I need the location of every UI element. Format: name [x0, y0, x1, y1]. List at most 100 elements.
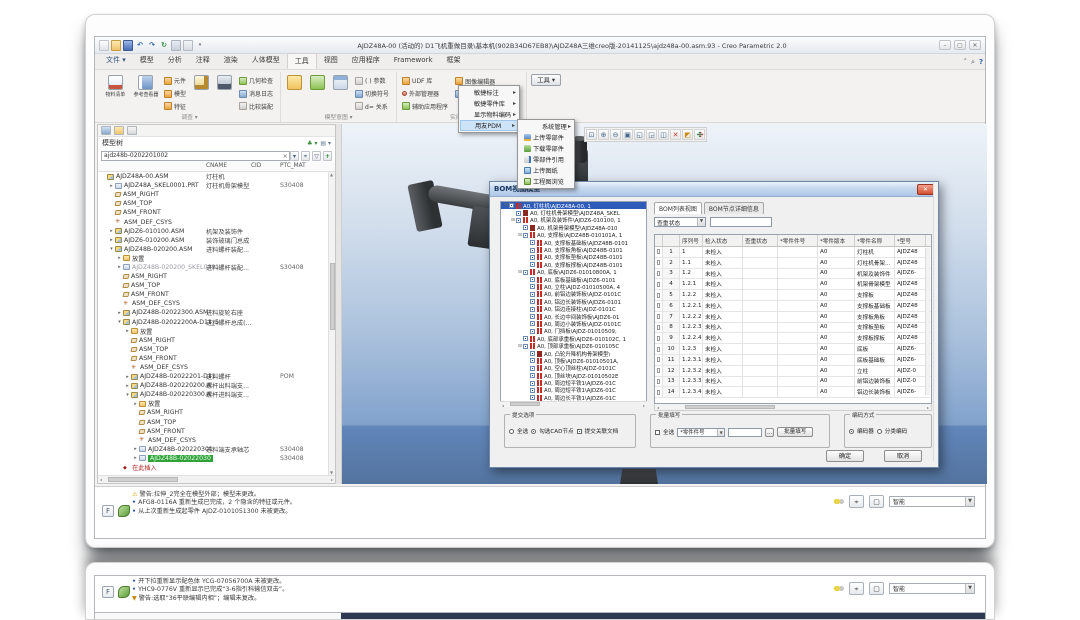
program-button[interactable]	[307, 73, 327, 112]
立柱[interactable]: 12 1.2.3.2 未检入 A0 立柱 AJDZ-0	[655, 366, 931, 377]
menu-item[interactable]: 显示物料编码	[460, 109, 518, 120]
node-checkbox[interactable]	[530, 292, 535, 297]
udf-library-button[interactable]: UDF 库	[400, 75, 450, 87]
model-tree-row[interactable]: 在此插入	[98, 463, 335, 472]
expander-icon[interactable]	[132, 446, 139, 452]
combo-dropdown-icon[interactable]: ▼	[697, 218, 705, 226]
selection-filter-combo[interactable]: 智能 ▼	[889, 496, 975, 507]
view-grid-icon[interactable]	[183, 40, 193, 51]
tree-search-input[interactable]	[101, 151, 290, 161]
tree-horizontal-scrollbar[interactable]: ◂▸	[98, 475, 335, 483]
node-checkbox[interactable]	[523, 270, 528, 275]
save-icon[interactable]	[123, 40, 133, 51]
row-checkbox[interactable]	[657, 390, 660, 395]
前铝边装饰板[interactable]: 13 1.2.3.3 未检入 A0 前铝边装饰板 AJDZ-0	[655, 377, 931, 388]
model-tree-row[interactable]: ASM_FRONT	[98, 354, 335, 363]
maximize-button[interactable]: ▢	[954, 40, 966, 50]
cancel-button[interactable]: 取消	[884, 450, 922, 462]
browse-button[interactable]: ...	[765, 428, 774, 437]
menu-item[interactable]: 敏捷标注	[460, 87, 518, 98]
tree-options-icon[interactable]: ♣ ▾	[307, 140, 317, 147]
底板[interactable]: 10 1.2.3 未检入 A0 底板 AJDZ6-	[655, 344, 931, 355]
node-checkbox[interactable]	[530, 358, 535, 363]
model-tree-row[interactable]: ASM_TOP	[98, 418, 335, 427]
favorites-tab-icon[interactable]	[127, 126, 137, 135]
model-tree-tab-icon[interactable]	[101, 126, 111, 135]
group-label-model-intent[interactable]: 模型意图 ▾	[281, 112, 396, 121]
ribbon-tab[interactable]: Framework	[387, 53, 440, 69]
支撑板角板[interactable]: 7 1.2.2.2 未检入 A0 支撑板角板 AJDZ48	[655, 312, 931, 323]
node-checkbox[interactable]	[516, 218, 521, 223]
row-checkbox[interactable]	[657, 357, 660, 362]
tree-filter-icon[interactable]: ▽	[312, 151, 321, 161]
row-checkbox[interactable]	[657, 293, 660, 298]
model-tree-row[interactable]: AJDZ48A-00.ASM 灯柱机	[98, 172, 335, 181]
column-header-cid[interactable]: CID	[251, 163, 261, 169]
panel-splitter[interactable]	[336, 124, 342, 484]
menu-item[interactable]: 用友PDM	[460, 120, 518, 131]
node-checkbox[interactable]	[530, 248, 535, 253]
zoom-out-icon[interactable]: ⊖	[610, 129, 621, 140]
menu-item[interactable]: 工程图浏览	[519, 176, 573, 187]
command-search-icon[interactable]: ⌕	[971, 57, 975, 67]
filter-value-input[interactable]	[710, 217, 772, 227]
expander-icon[interactable]	[124, 374, 131, 380]
灯柱机[interactable]: 1 1 未检入 A0 灯柱机 AJDZ48	[655, 247, 931, 258]
expander-icon[interactable]	[124, 328, 131, 334]
node-checkbox[interactable]	[509, 203, 514, 208]
new-file-icon[interactable]	[99, 40, 109, 51]
bom-button[interactable]: 物料清单	[102, 73, 129, 112]
node-checkbox[interactable]	[530, 307, 535, 312]
row-checkbox[interactable]	[657, 379, 660, 384]
支撑板[interactable]: 5 1.2.2 未检入 A0 支撑板 AJDZ48	[655, 290, 931, 301]
dialog-tab[interactable]: BOM列表视图	[654, 202, 702, 214]
family-table-button[interactable]	[330, 73, 350, 112]
model-tree-row[interactable]: AJDZ6-010100.ASM 机架及装饰件	[98, 227, 335, 236]
row-checkbox[interactable]	[657, 260, 660, 265]
expander-icon[interactable]	[132, 455, 139, 461]
undo-icon[interactable]: ↶	[135, 40, 145, 51]
bom-tree-vertical-scrollbar[interactable]	[933, 182, 938, 461]
支撑板基础板[interactable]: 6 1.2.2.1 未检入 A0 支撑板基础板 AJDZ48	[655, 301, 931, 312]
combo-dropdown-icon[interactable]: ▼	[717, 429, 724, 436]
node-checkbox[interactable]	[530, 351, 535, 356]
model-tree-row[interactable]: AJDZ48A_SKEL0001.PRT 灯柱机骨架模型 S30408	[98, 181, 335, 190]
node-checkbox[interactable]	[530, 395, 535, 400]
clear-search-icon[interactable]: ×	[283, 152, 288, 160]
model-tree-row[interactable]: ASM_RIGHT	[98, 190, 335, 199]
model-tree-row[interactable]: ASM_DEF_CSYS	[98, 363, 335, 372]
ribbon-tab[interactable]: 文件 ▾	[99, 53, 133, 69]
node-checkbox[interactable]	[523, 225, 528, 230]
show-browser-icon[interactable]	[118, 505, 130, 517]
switch-symbols-button[interactable]: 切换符号	[353, 88, 391, 100]
row-checkbox[interactable]	[657, 336, 660, 341]
folder-browser-tab-icon[interactable]	[114, 126, 124, 135]
row-checkbox[interactable]	[657, 249, 660, 254]
model-tree-row[interactable]: AJDZ48B-020200.ASM 进料螺杆装配...	[98, 245, 335, 254]
model-button[interactable]: 模型	[162, 88, 188, 100]
show-navigator-icon[interactable]: F	[102, 586, 114, 598]
auxiliary-apps-button[interactable]: 辅助应用程序	[400, 100, 450, 112]
reference-viewer-button[interactable]: 参考查看器	[132, 73, 159, 112]
batch-fill-button[interactable]: 批量填写	[777, 427, 813, 437]
display-style-icon[interactable]: ◫	[658, 129, 669, 140]
expander-icon[interactable]	[124, 383, 131, 389]
model-tree-row[interactable]: 放置	[98, 327, 335, 336]
灯柱机骨架...[interactable]: 2 1.1 未检入 A0 灯柱机骨架... AJDZ48	[655, 258, 931, 269]
menu-item[interactable]: 系统管理	[519, 121, 573, 132]
classified-coding-radio[interactable]	[877, 429, 882, 434]
expander-icon[interactable]	[108, 237, 115, 243]
geometry-checks-button[interactable]: 几何检查	[237, 75, 275, 87]
expander-icon[interactable]	[116, 264, 123, 270]
find-in-tree-icon[interactable]: ⌖	[301, 151, 310, 161]
row-checkbox[interactable]	[657, 282, 660, 287]
ribbon-tab[interactable]: 分析	[161, 53, 189, 69]
node-checkbox[interactable]	[530, 366, 535, 371]
search-tool-button[interactable]: ⌖	[849, 495, 864, 508]
batch-select-all-checkbox[interactable]	[655, 430, 660, 435]
ok-button[interactable]: 确定	[826, 450, 864, 462]
column-header-cname[interactable]: CNAME	[206, 163, 227, 169]
combo-dropdown-icon[interactable]: ▼	[965, 584, 974, 593]
saved-analysis-button[interactable]	[191, 73, 211, 112]
ribbon-tab[interactable]: 框架	[440, 53, 468, 69]
